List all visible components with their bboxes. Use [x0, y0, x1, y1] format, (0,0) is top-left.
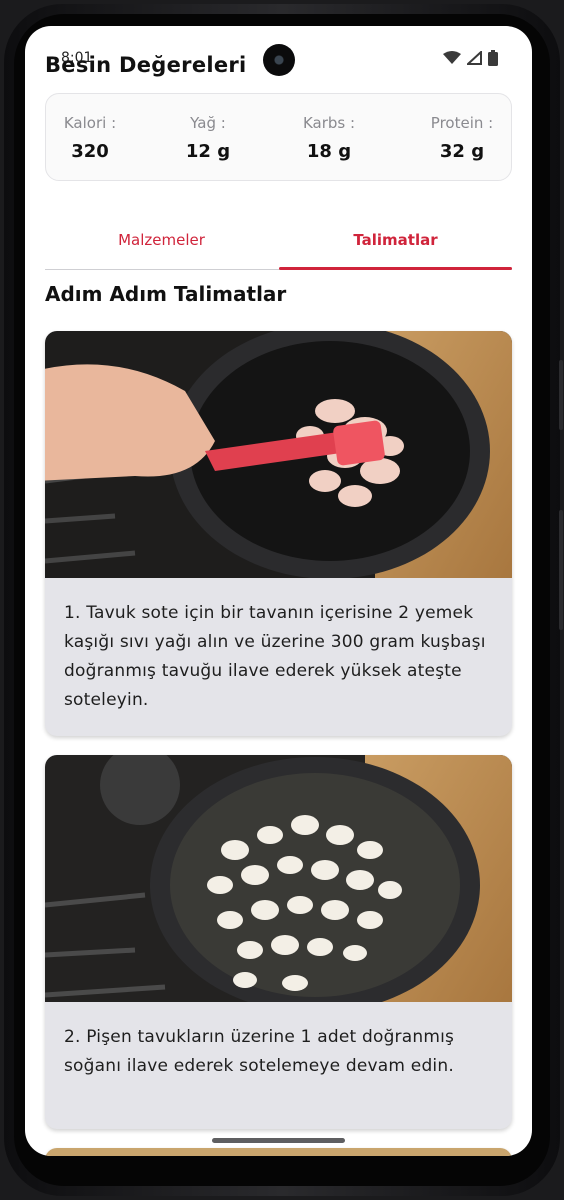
nutrition-label: Yağ :	[190, 114, 226, 132]
status-icons	[443, 50, 498, 66]
nutrition-protein: Protein : 32 g	[416, 94, 508, 180]
front-camera	[263, 44, 295, 76]
wifi-icon	[443, 51, 461, 64]
step-text: 2. Pişen tavukların üzerine 1 adet doğra…	[64, 1027, 455, 1076]
tab-bar: Malzemeler Talimatlar	[45, 216, 512, 270]
step-card-partial[interactable]	[45, 1148, 512, 1156]
step-card[interactable]: 1. Tavuk sote için bir tavanın içerisine…	[45, 331, 512, 736]
step-card[interactable]: 2. Pişen tavukların üzerine 1 adet doğra…	[45, 755, 512, 1129]
status-time: 8:01	[61, 50, 93, 66]
battery-icon	[488, 50, 498, 66]
nutrition-label: Karbs :	[302, 114, 356, 132]
step-text: 1. Tavuk sote için bir tavanın içerisine…	[64, 603, 486, 710]
tab-ingredients[interactable]: Malzemeler	[45, 216, 278, 268]
nutrition-value: 32 g	[439, 141, 485, 162]
step-photo	[45, 755, 512, 1002]
nutrition-calories: Kalori : 320	[50, 94, 130, 180]
nutrition-card: Kalori : 320 Yağ : 12 g Karbs : 18 g Pro…	[45, 93, 512, 181]
nutrition-carbs: Karbs : 18 g	[289, 94, 369, 180]
nutrition-value: 320	[71, 141, 109, 162]
nutrition-value: 12 g	[185, 141, 231, 162]
app-screen: 8:01 Besin Değereleri Kalori : 320 Yağ :…	[25, 26, 532, 1156]
section-title: Adım Adım Talimatlar	[45, 282, 287, 306]
power-button	[559, 510, 563, 630]
nutrition-label: Kalori :	[63, 114, 117, 132]
nutrition-fat: Yağ : 12 g	[168, 94, 248, 180]
tab-indicator	[279, 267, 512, 270]
nutrition-label: Protein :	[430, 114, 494, 132]
signal-icon	[467, 51, 482, 65]
nutrition-value: 18 g	[306, 141, 352, 162]
home-indicator	[212, 1138, 345, 1143]
step-photo	[45, 331, 512, 578]
tab-instructions[interactable]: Talimatlar	[279, 216, 512, 268]
volume-button	[559, 360, 563, 430]
